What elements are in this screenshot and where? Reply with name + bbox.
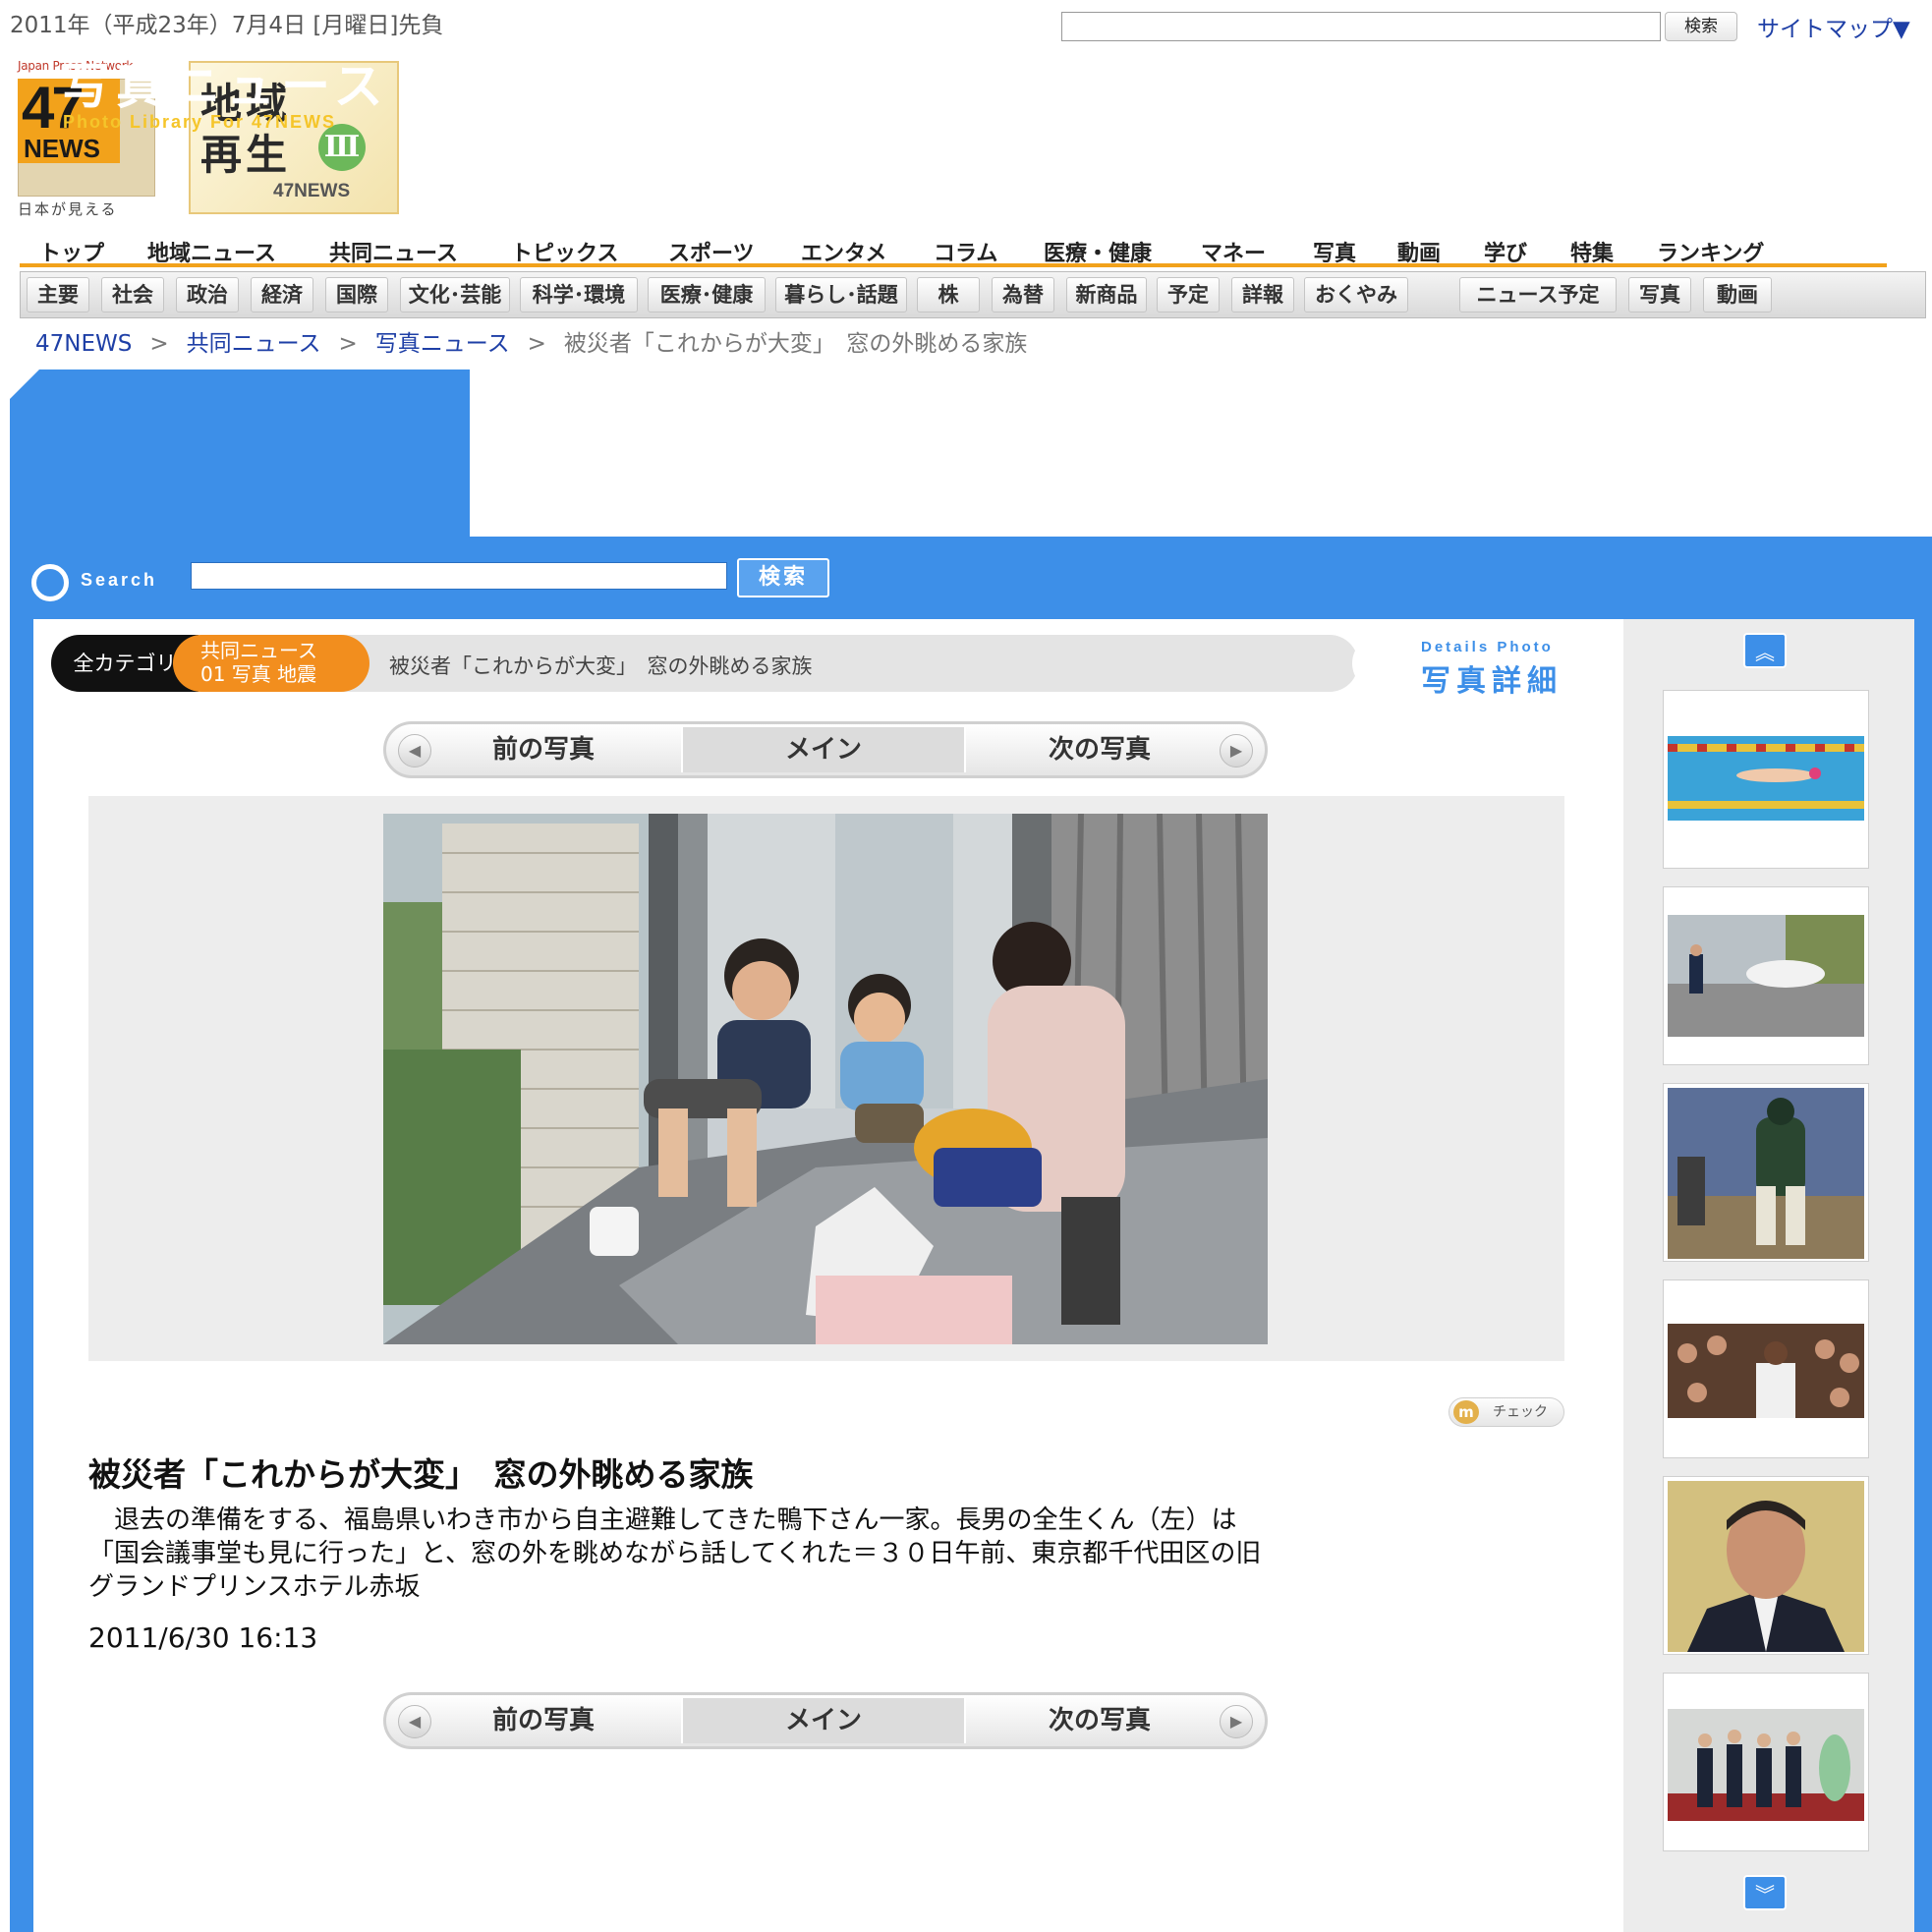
caption-line: グランドプリンスホテル赤坂 [88,1572,421,1602]
sub-nav-stocks[interactable]: 株 [917,277,980,313]
sub-nav-obituaries[interactable]: おくやみ [1304,277,1408,313]
family-by-window-photo [383,814,1268,1344]
sub-nav-science[interactable]: 科学･環境 [520,277,638,313]
logo-news-word: NEWS [24,134,100,163]
date-line: 2011年（平成23年）7月4日 [月曜日]先負 [10,13,444,38]
photo-pager-top: ◀ 前の写真 メイン 次の写真 ▶ [383,721,1268,778]
sub-nav-schedule[interactable]: 予定 [1157,277,1220,313]
prev-photo-button[interactable]: 前の写真 [416,727,671,772]
scroll-up-icon[interactable]: ︽ [1743,633,1787,668]
top-search-input[interactable] [1061,12,1661,41]
baseball-photo [1668,1088,1864,1259]
breadcrumb-separator: > [149,331,169,357]
thumbnail-portrait[interactable] [1663,1476,1869,1655]
details-photo-label-en: Details Photo [1421,639,1554,655]
photo-headline: 被災者「これからが大変」 窓の外眺める家族 [88,1455,754,1494]
sub-nav-health[interactable]: 医療･健康 [648,277,766,313]
main-nav-column[interactable]: コラム [934,236,997,267]
thumbnail-speech[interactable] [1663,1279,1869,1458]
main-nav-video[interactable]: 動画 [1397,236,1441,267]
scroll-down-icon[interactable]: ︾ [1743,1875,1787,1910]
breadcrumb-kyodo-news[interactable]: 共同ニュース [187,331,321,357]
prev-photo-button[interactable]: 前の写真 [416,1698,671,1743]
sub-nav-international[interactable]: 国際 [325,277,388,313]
main-nav-special[interactable]: 特集 [1570,236,1614,267]
main-nav-kyodo-news[interactable]: 共同ニュース [329,236,458,267]
main-photo-button[interactable]: メイン [681,727,966,772]
ceremony-photo [1668,1709,1864,1821]
main-nav-local-news[interactable]: 地域ニュース [147,236,276,267]
main-nav-health[interactable]: 医療・健康 [1044,236,1152,267]
caption-line: 「国会議事堂も見に行った」と、窓の外を眺めながら話してくれた＝３０日午前、東京都… [88,1539,1262,1568]
breadcrumb-separator: > [527,331,546,357]
next-arrow-icon[interactable]: ▶ [1220,1705,1253,1738]
photo-pager-bottom: ◀ 前の写真 メイン 次の写真 ▶ [383,1692,1268,1749]
sub-nav-video[interactable]: 動画 [1703,277,1772,313]
photo-caption: 退去の準備をする、福島県いわき市から自主避難してきた鴨下さん一家。長男の全生くん… [88,1504,1564,1604]
sub-nav-lifestyle[interactable]: 暮らし･話題 [775,277,907,313]
photo-timestamp: 2011/6/30 16:13 [88,1621,318,1654]
caption-line: 退去の準備をする、福島県いわき市から自主避難してきた鴨下さん一家。長男の全生くん… [88,1506,1237,1535]
category-line2: 01 写真 地震 [200,662,317,686]
main-nav: トップ 地域ニュース 共同ニュース トピックス スポーツ エンタメ コラム 医療… [20,228,1887,267]
search-icon [31,564,69,601]
search-label: Search [81,570,158,590]
category-current[interactable]: 共同ニュース 01 写真 地震 [173,635,369,692]
photo-search-input[interactable] [191,562,727,590]
breadcrumb: 47NEWS > 共同ニュース > 写真ニュース > 被災者「これからが大変」 窓の外眺める… [35,324,1027,358]
category-line1: 共同ニュース [200,639,317,662]
thumbnail-helicopter[interactable] [1663,886,1869,1065]
top-search-button[interactable]: 検索 [1665,12,1737,41]
thumbnail-ceremony[interactable] [1663,1673,1869,1851]
sub-nav: 主要 社会 政治 経済 国際 文化･芸能 科学･環境 医療･健康 暮らし･話題 … [20,271,1926,318]
category-photo-title: 被災者「これからが大変」 窓の外眺める家族 [389,654,813,678]
photo-news-subtitle: Photo Library For 47NEWS [63,112,337,132]
main-nav-money[interactable]: マネー [1201,236,1266,267]
sub-nav-culture[interactable]: 文化･芸能 [400,277,510,313]
banner-sub: 47NEWS [273,181,351,201]
breadcrumb-47news[interactable]: 47NEWS [35,331,132,357]
main-nav-entertainment[interactable]: エンタメ [801,236,886,267]
sub-nav-news-schedule[interactable]: ニュース予定 [1459,277,1617,313]
thumbnail-baseball[interactable] [1663,1083,1869,1262]
sub-nav-economy[interactable]: 経済 [251,277,313,313]
check-label: チェック [1493,1404,1548,1420]
next-arrow-icon[interactable]: ▶ [1220,734,1253,767]
swimming-photo [1668,736,1864,821]
helicopter-photo [1668,915,1864,1037]
breadcrumb-separator: > [338,331,358,357]
next-photo-button[interactable]: 次の写真 [972,1698,1227,1743]
sub-nav-details[interactable]: 詳報 [1231,277,1294,313]
main-nav-ranking[interactable]: ランキング [1657,236,1764,267]
main-nav-photo[interactable]: 写真 [1313,236,1356,267]
sub-nav-society[interactable]: 社会 [101,277,164,313]
thumbnail-swimming[interactable] [1663,690,1869,869]
sub-nav-politics[interactable]: 政治 [176,277,239,313]
breadcrumb-photo-news[interactable]: 写真ニュース [375,331,510,357]
main-nav-top[interactable]: トップ [39,236,104,267]
main-photo [383,814,1268,1344]
sub-nav-main[interactable]: 主要 [27,277,89,313]
main-photo-button[interactable]: メイン [681,1698,966,1743]
sitemap-link[interactable]: サイトマップ▼ [1757,10,1910,43]
next-photo-button[interactable]: 次の写真 [972,727,1227,772]
main-nav-learn[interactable]: 学び [1484,236,1527,267]
check-icon: m [1453,1400,1479,1424]
photo-search-button[interactable]: 検索 [737,558,829,597]
sub-nav-forex[interactable]: 為替 [992,277,1054,313]
main-nav-topics[interactable]: トピックス [511,236,618,267]
breadcrumb-current: 被災者「これからが大変」 窓の外眺める家族 [563,331,1028,357]
logo-tagline: 日本が見える [18,200,118,218]
photo-news-title: 写真ニュース [61,58,389,115]
check-button[interactable]: m チェック [1449,1397,1564,1427]
portrait-photo [1668,1481,1864,1652]
photo-news-header [10,369,470,537]
sub-nav-new-products[interactable]: 新商品 [1066,277,1147,313]
main-nav-sports[interactable]: スポーツ [668,236,755,267]
sub-nav-photo[interactable]: 写真 [1628,277,1691,313]
speech-photo [1668,1324,1864,1418]
details-photo-label-jp: 写真詳細 [1421,664,1563,699]
